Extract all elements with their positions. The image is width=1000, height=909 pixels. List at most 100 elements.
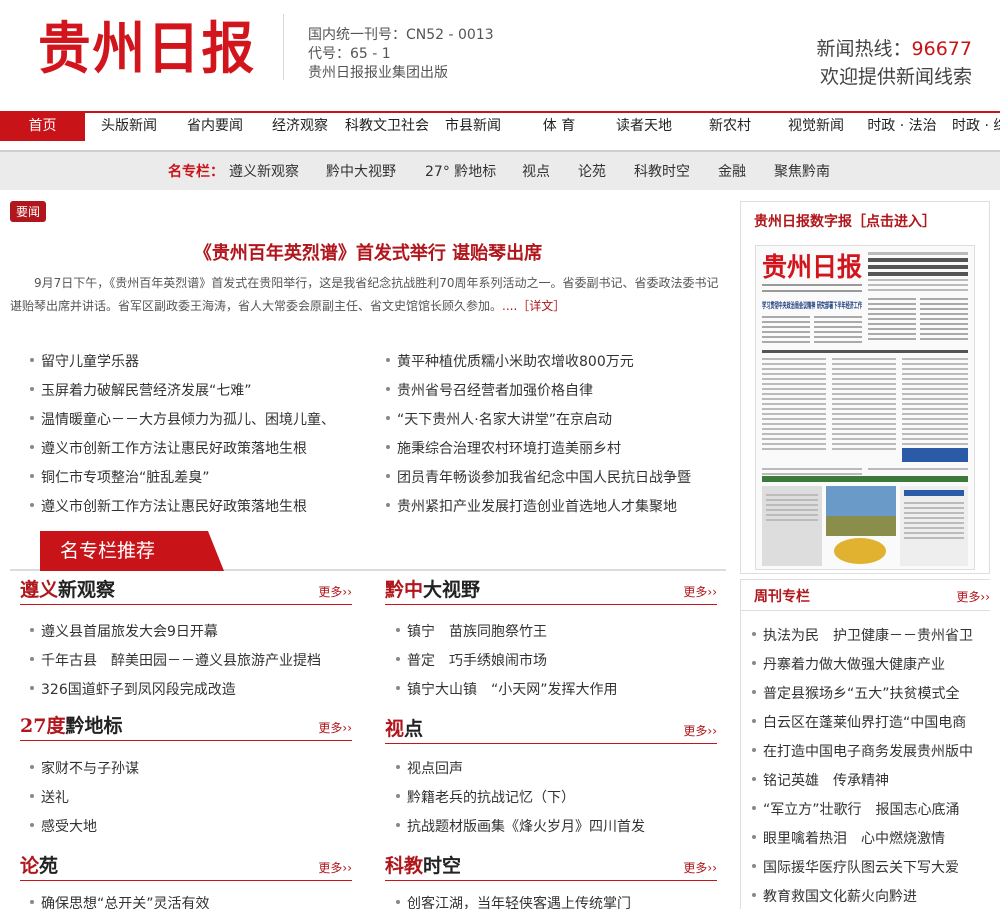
epaper-front-page-thumbnail[interactable]: 贵州日报 学习贯彻中央政治局会议精神 研究部署下半年经济工作 <box>755 245 975 570</box>
nav-item-science-edu[interactable]: 科教文卫社会 <box>343 113 431 141</box>
section-title[interactable]: 遵义新观察 <box>20 575 115 602</box>
column-link-viewpoint[interactable]: 视点 <box>522 161 550 181</box>
site-logo[interactable]: 贵州日报 <box>38 10 260 82</box>
list-item[interactable]: 视点回声 <box>396 758 463 778</box>
list-item[interactable]: 326国道虾子到凤冈段完成改造 <box>30 679 236 699</box>
column-link-science[interactable]: 科教时空 <box>634 161 690 181</box>
list-item[interactable]: 遵义县首届旅发大会9日开幕 <box>30 621 218 641</box>
list-item[interactable]: “军立方”壮歌行 报国志心底涌 <box>752 799 960 819</box>
bullet-icon <box>386 358 390 362</box>
list-item[interactable]: 感受大地 <box>30 816 97 836</box>
bullet-icon <box>30 416 34 420</box>
list-item[interactable]: 贵州紧扣产业发展打造创业首选地人才集聚地 <box>386 496 677 516</box>
nav-item-province[interactable]: 省内要闻 <box>173 113 257 141</box>
list-item[interactable]: 遵义市创新工作方法让惠民好政策落地生根 <box>30 438 307 458</box>
list-item[interactable]: 普定 巧手绣娘闹市场 <box>396 650 547 670</box>
site-header: 贵州日报 国内统一刊号：CN52 - 0013 代号：65 - 1 贵州日报报业… <box>0 0 1000 111</box>
news-hotline: 新闻热线：96677 欢迎提供新闻线索 <box>817 35 972 91</box>
list-item[interactable]: 千年古县 醉美田园－－遵义县旅游产业提档 <box>30 650 321 670</box>
list-item[interactable]: 送礼 <box>30 787 69 807</box>
list-item[interactable]: 团员青年畅谈参加我省纪念中国人民抗日战争暨 <box>386 467 691 487</box>
nav-item-home[interactable]: 首页 <box>0 113 85 141</box>
list-item[interactable]: 遵义市创新工作方法让惠民好政策落地生根 <box>30 496 307 516</box>
section-header-forum: 论苑 更多›› <box>20 851 352 881</box>
section-title[interactable]: 视点 <box>385 714 423 741</box>
list-item[interactable]: 黄平种植优质糯小米助农增收800万元 <box>386 351 634 371</box>
list-item[interactable]: 温情暖童心－－大方县倾力为孤儿、困境儿童、 <box>30 409 335 429</box>
read-more-link[interactable]: ....［详文］ <box>502 299 565 313</box>
list-item[interactable]: 丹寨着力做大做强大健康产业 <box>752 654 945 674</box>
section-title[interactable]: 黔中大视野 <box>385 575 480 602</box>
list-item[interactable]: 白云区在蓬莱仙界打造“中国电商 <box>752 712 966 732</box>
lead-summary-text: 9月7日下午，《贵州百年英烈谱》首发式在贵阳举行，这是我省纪念抗战胜利70周年系… <box>10 276 719 313</box>
section-title[interactable]: 27度黔地标 <box>20 711 122 738</box>
bullet-icon <box>396 794 400 798</box>
column-link-qianzhong[interactable]: 黔中大视野 <box>326 161 396 181</box>
column-link-27deg[interactable]: 27° 黔地标 <box>425 161 496 181</box>
more-link[interactable]: 更多›› <box>318 859 352 876</box>
more-link[interactable]: 更多›› <box>956 588 990 605</box>
list-item[interactable]: 家财不与子孙谋 <box>30 758 139 778</box>
recommend-header: 名专栏推荐 <box>10 531 726 571</box>
nav-item-politics-general[interactable]: 时政 · 综 <box>946 113 1000 141</box>
list-item[interactable]: 贵州省号召经营者加强价格自律 <box>386 380 593 400</box>
list-item[interactable]: 确保思想“总开关”灵活有效 <box>30 893 210 909</box>
epaper-title-link[interactable]: 贵州日报数字报［点击进入］ <box>754 211 936 231</box>
list-item[interactable]: 黔籍老兵的抗战记忆（下） <box>396 787 575 807</box>
bullet-icon <box>752 632 756 636</box>
section-title[interactable]: 科教时空 <box>385 851 461 878</box>
lead-headline[interactable]: 《贵州百年英烈谱》首发式举行 谌贻琴出席 <box>10 239 726 265</box>
nav-item-sports[interactable]: 体 育 <box>517 113 601 141</box>
column-nav-label: 名专栏： <box>168 164 224 180</box>
nav-item-readers[interactable]: 读者天地 <box>602 113 686 141</box>
column-nav: 名专栏： 遵义新观察 黔中大视野 27° 黔地标 视点 论苑 科教时空 金融 聚… <box>0 150 1000 190</box>
column-link-zunyi[interactable]: 遵义新观察 <box>229 161 299 181</box>
column-link-forum[interactable]: 论苑 <box>578 161 606 181</box>
bullet-icon <box>752 661 756 665</box>
list-item[interactable]: 铭记英雄 传承精神 <box>752 770 889 790</box>
list-item[interactable]: 创客江湖，当年轻侠客遇上传统掌门 <box>396 893 631 909</box>
list-item[interactable]: 抗战题材版画集《烽火岁月》四川首发 <box>396 816 645 836</box>
list-item[interactable]: 普定县猴场乡“五大”扶贫模式全 <box>752 683 960 703</box>
weekly-title[interactable]: 周刊专栏 <box>754 586 810 606</box>
more-link[interactable]: 更多›› <box>683 583 717 600</box>
list-item[interactable]: 施秉综合治理农村环境打造美丽乡村 <box>386 438 621 458</box>
list-item[interactable]: 执法为民 护卫健康－－贵州省卫 <box>752 625 973 645</box>
nav-item-frontpage[interactable]: 头版新闻 <box>87 113 171 141</box>
list-item[interactable]: 眼里噙着热泪 心中燃烧激情 <box>752 828 945 848</box>
section-header-viewpoint: 视点 更多›› <box>385 714 717 744</box>
more-link[interactable]: 更多›› <box>318 583 352 600</box>
bullet-icon <box>396 686 400 690</box>
list-item[interactable]: “天下贵州人·名家大讲堂”在京启动 <box>386 409 612 429</box>
nav-item-rural[interactable]: 新农村 <box>688 113 772 141</box>
bullet-icon <box>396 823 400 827</box>
bullet-icon <box>752 777 756 781</box>
list-item[interactable]: 在打造中国电子商务发展贵州版中 <box>752 741 973 761</box>
nav-item-politics-law[interactable]: 时政 · 法治 <box>858 113 946 141</box>
list-item[interactable]: 国际援华医疗队图云关下写大爱 <box>752 857 959 877</box>
list-item[interactable]: 镇宁 苗族同胞祭竹王 <box>396 621 547 641</box>
section-title[interactable]: 论苑 <box>20 851 58 878</box>
nav-item-city-county[interactable]: 市县新闻 <box>431 113 515 141</box>
bullet-icon <box>396 765 400 769</box>
more-link[interactable]: 更多›› <box>683 859 717 876</box>
list-item[interactable]: 镇宁大山镇 “小天网”发挥大作用 <box>396 679 618 699</box>
column-link-qiannan[interactable]: 聚焦黔南 <box>774 161 830 181</box>
bullet-icon <box>30 445 34 449</box>
column-link-finance[interactable]: 金融 <box>718 161 746 181</box>
header-divider <box>283 14 284 80</box>
list-item[interactable]: 留守儿童学乐器 <box>30 351 139 371</box>
list-item[interactable]: 教育救国文化薪火向黔进 <box>752 886 917 906</box>
list-item[interactable]: 玉屏着力破解民营经济发展“七难” <box>30 380 252 400</box>
bullet-icon <box>30 628 34 632</box>
double-chevron-icon: ›› <box>980 590 990 604</box>
more-link[interactable]: 更多›› <box>683 722 717 739</box>
bullet-icon <box>396 900 400 904</box>
bullet-icon <box>752 806 756 810</box>
list-item[interactable]: 铜仁市专项整治“脏乱差臭” <box>30 467 210 487</box>
bullet-icon <box>386 416 390 420</box>
nav-item-economy[interactable]: 经济观察 <box>258 113 342 141</box>
more-link[interactable]: 更多›› <box>318 719 352 736</box>
bullet-icon <box>752 835 756 839</box>
nav-item-visual[interactable]: 视觉新闻 <box>774 113 858 141</box>
